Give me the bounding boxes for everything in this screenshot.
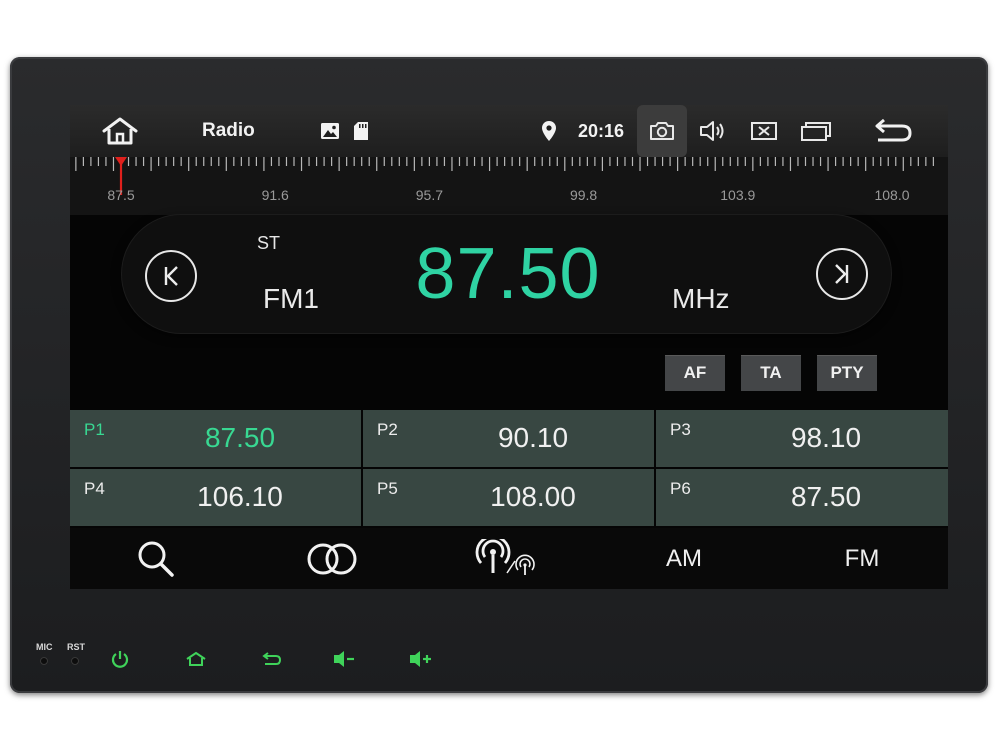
camera-icon (650, 122, 674, 140)
volume-button[interactable] (696, 117, 730, 145)
sd-card-icon (353, 121, 369, 141)
search-icon (138, 541, 174, 577)
tuner-tick-label: 91.6 (261, 187, 289, 203)
ta-button[interactable]: TA (741, 355, 801, 391)
preset-label: P3 (670, 420, 691, 439)
image-icon (320, 122, 340, 140)
preset-p4[interactable]: P4 106.10 (70, 469, 361, 526)
tuner-tick-label: 99.8 (569, 187, 598, 203)
preset-p3[interactable]: P3 98.10 (656, 410, 948, 467)
close-window-icon (751, 122, 777, 140)
tuner-tick-label: 87.5 (107, 187, 135, 203)
stereo-icon (307, 543, 357, 574)
mic-label: MIC (36, 642, 53, 652)
preset-frequency: 98.10 (790, 422, 862, 453)
volume-down-icon (334, 651, 354, 667)
power-icon (111, 651, 129, 668)
mic-hole (40, 657, 48, 665)
tuner-tick-label: 103.9 (720, 187, 756, 203)
preset-label: P1 (84, 420, 105, 439)
frequency-unit: MHz (672, 283, 730, 314)
tuner-tick-label: 95.7 (415, 187, 444, 203)
pty-button[interactable]: PTY (817, 355, 877, 391)
volume-up-icon (410, 651, 431, 667)
stereo-button[interactable] (292, 528, 372, 589)
preset-frequency: 90.10 (497, 422, 569, 453)
am-button[interactable]: AM (654, 528, 714, 589)
home-icon (102, 117, 138, 145)
hw-power-button[interactable] (108, 648, 132, 670)
seek-previous-button[interactable] (145, 250, 197, 302)
preset-label: P6 (670, 479, 691, 498)
screenshot-button[interactable] (637, 105, 687, 157)
function-bar: AM FM (70, 528, 948, 589)
search-button[interactable] (122, 528, 192, 589)
frequency-value: 87.50 (415, 234, 601, 314)
af-button[interactable]: AF (665, 355, 725, 391)
skip-next-icon (835, 264, 849, 284)
screen: Radio 20:16 87.5 91.6 95.7 99.8 103.9 10… (70, 105, 948, 589)
tuner-tick-label: 108.0 (874, 187, 910, 203)
back-button[interactable] (870, 117, 916, 145)
rst-label: RST (67, 642, 85, 652)
preset-frequency: 108.00 (490, 481, 576, 512)
clock: 20:16 (578, 120, 625, 141)
preset-frequency: 87.50 (204, 422, 276, 453)
seek-next-button[interactable] (816, 248, 868, 300)
back-icon (262, 652, 282, 665)
app-title: Radio (202, 120, 255, 141)
preset-p5[interactable]: P5 108.00 (363, 469, 654, 526)
tuner-ticks (75, 157, 934, 195)
stereo-indicator: ST (257, 233, 281, 253)
local-distance-button[interactable] (465, 528, 555, 589)
preset-label: P5 (377, 479, 398, 498)
preset-p6[interactable]: P6 87.50 (656, 469, 948, 526)
volume-icon (700, 121, 724, 141)
preset-p1[interactable]: P1 87.50 (70, 410, 361, 467)
home-button[interactable] (98, 115, 142, 147)
status-bar: Radio 20:16 (70, 105, 948, 157)
skip-previous-icon (164, 266, 178, 286)
back-icon (875, 118, 912, 142)
fm-button[interactable]: FM (832, 528, 892, 589)
hw-back-button[interactable] (260, 648, 284, 670)
hw-volume-down-button[interactable] (332, 648, 356, 670)
preset-label: P4 (84, 479, 105, 498)
preset-p2[interactable]: P2 90.10 (363, 410, 654, 467)
band-label: FM1 (263, 283, 319, 314)
preset-label: P2 (377, 420, 398, 439)
recent-apps-button[interactable] (798, 118, 834, 144)
location-icon (540, 120, 558, 142)
hw-volume-up-button[interactable] (408, 648, 432, 670)
close-window-button[interactable] (748, 118, 780, 144)
hw-home-button[interactable] (184, 648, 208, 670)
recent-apps-icon (801, 122, 831, 141)
tuner-scale[interactable]: 87.5 91.6 95.7 99.8 103.9 108.0 (70, 157, 948, 215)
preset-frequency: 106.10 (197, 481, 283, 512)
preset-frequency: 87.50 (790, 481, 862, 512)
home-icon (186, 651, 206, 666)
local-distance-icon (475, 538, 535, 575)
reset-button[interactable] (71, 657, 79, 665)
